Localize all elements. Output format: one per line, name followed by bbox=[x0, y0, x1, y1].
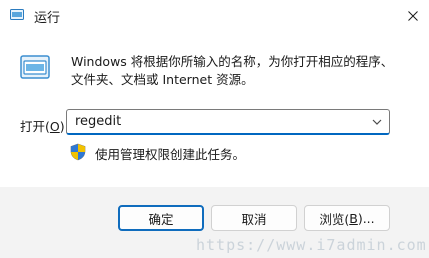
admin-note: 使用管理权限创建此任务。 bbox=[95, 147, 246, 162]
dialog-content: Windows 将根据你所输入的名称，为你打开相应的程序、 文件夹、文档或 In… bbox=[0, 31, 429, 187]
browse-button[interactable]: 浏览(B)... bbox=[304, 205, 390, 231]
open-label-text: 打开( bbox=[20, 119, 50, 134]
description-line-2: 文件夹、文档或 Internet 资源。 bbox=[71, 72, 254, 87]
run-dialog: 运行 Windows 将根据你所输入的名称，为你打开相应的程序、 文件夹、文档或… bbox=[0, 0, 429, 258]
run-icon bbox=[20, 55, 50, 79]
open-label-accesskey: O bbox=[49, 119, 60, 134]
description-line-1: Windows 将根据你所输入的名称，为你打开相应的程序、 bbox=[71, 54, 394, 69]
open-combobox[interactable]: regedit bbox=[66, 109, 390, 135]
shield-icon bbox=[70, 143, 86, 161]
title-bar[interactable]: 运行 bbox=[0, 0, 429, 31]
browse-label-text: 浏览( bbox=[319, 211, 350, 227]
close-button[interactable] bbox=[397, 0, 429, 31]
run-app-icon bbox=[10, 9, 24, 20]
browse-label-accesskey: B bbox=[349, 210, 358, 226]
description: Windows 将根据你所输入的名称，为你打开相应的程序、 文件夹、文档或 In… bbox=[71, 53, 411, 89]
chevron-down-icon[interactable] bbox=[371, 117, 383, 127]
command-input[interactable]: regedit bbox=[75, 114, 121, 129]
cancel-button[interactable]: 取消 bbox=[211, 205, 297, 231]
browse-label-suffix: )... bbox=[357, 210, 375, 226]
open-label: 打开(O): bbox=[20, 116, 69, 135]
close-icon bbox=[408, 10, 418, 21]
ok-button[interactable]: 确定 bbox=[118, 205, 204, 231]
window-title: 运行 bbox=[34, 11, 61, 26]
watermark: https://www.i7admin.com bbox=[196, 236, 427, 254]
